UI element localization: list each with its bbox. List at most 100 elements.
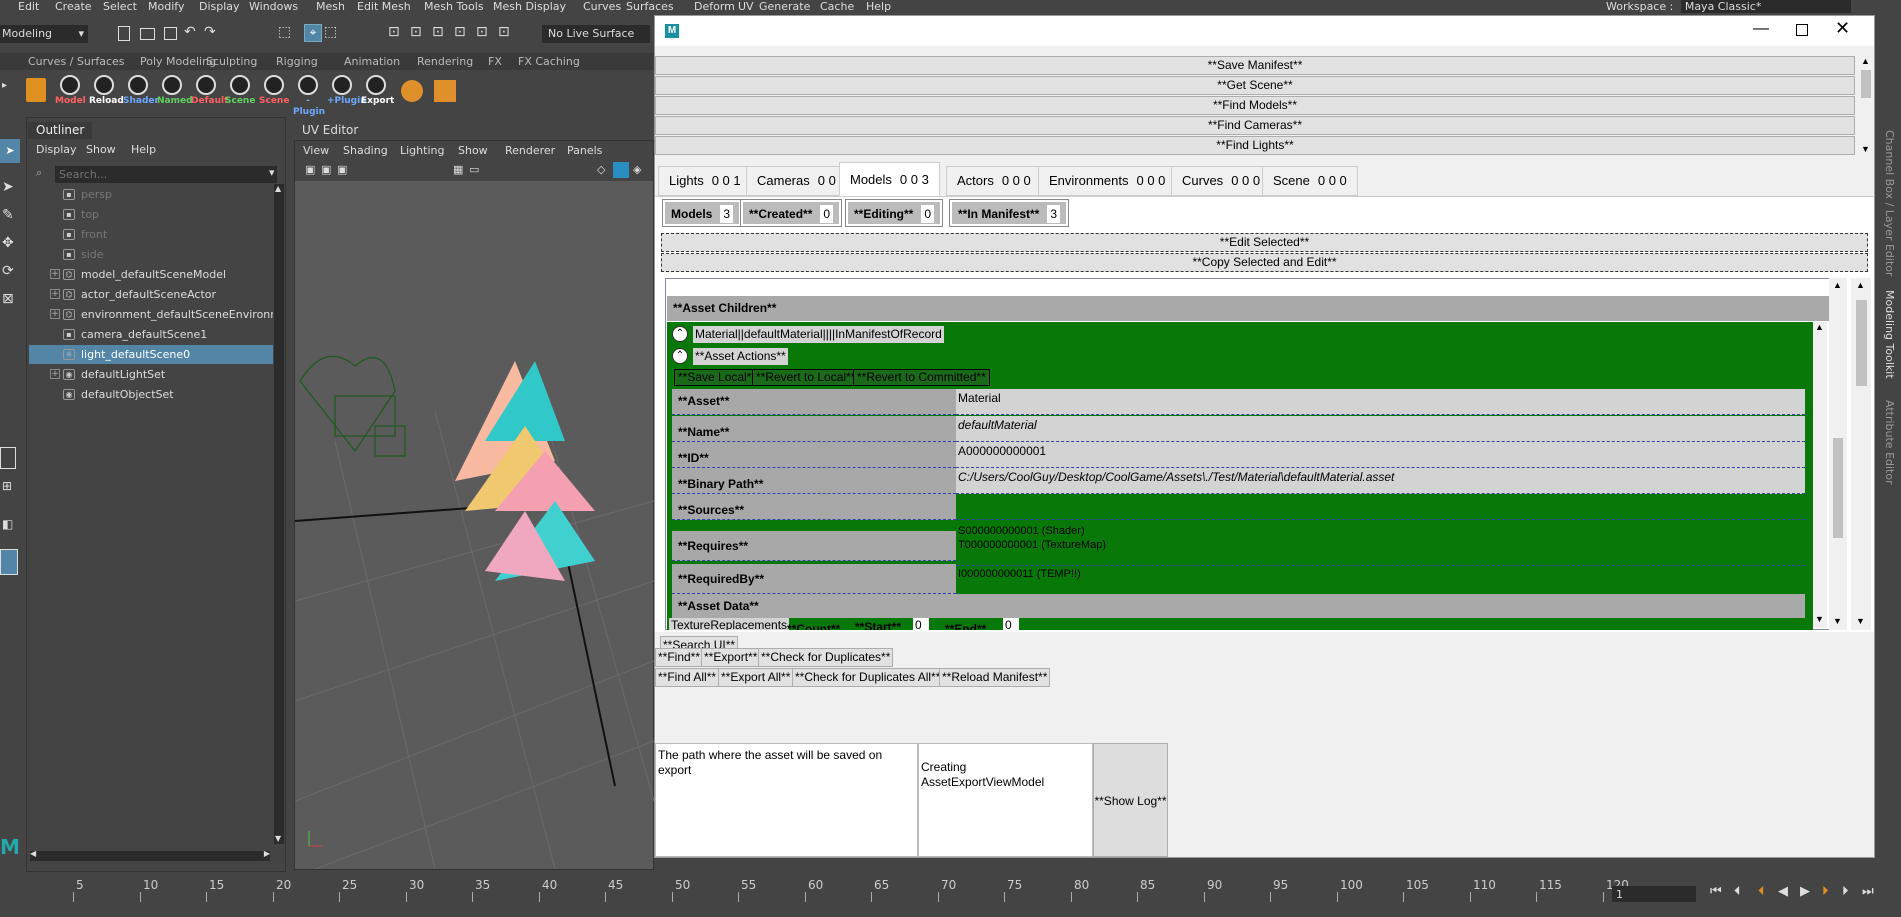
detail-vscroll[interactable]: ▲ ▼ — [1829, 278, 1847, 630]
row2-button-0[interactable]: **Find All** — [655, 668, 720, 687]
shelf-button-export[interactable]: Export — [361, 75, 394, 109]
row2-button-2[interactable]: **Check for Duplicates All** — [792, 668, 944, 687]
scroll-left-icon[interactable]: ◀ — [30, 849, 36, 858]
snap-vertex-icon[interactable]: ⊡ — [498, 24, 510, 40]
field-value[interactable]: defaultMaterial — [956, 416, 1805, 442]
script-icon-1[interactable] — [401, 80, 423, 102]
scroll-up-icon[interactable]: ▲ — [1815, 322, 1824, 332]
select-arrow-icon[interactable]: ➤ — [0, 139, 20, 163]
expand-icon[interactable]: + — [50, 309, 60, 319]
filter-tab-3[interactable]: **In Manifest** 3 — [948, 199, 1070, 227]
scroll-up-icon[interactable]: ▲ — [1861, 56, 1870, 66]
menu-generate[interactable]: Generate — [759, 0, 810, 13]
dock-tab-1[interactable]: Modeling Toolkit — [1883, 290, 1896, 379]
edit-selected-button[interactable]: **Edit Selected** — [661, 233, 1868, 252]
smooth-shade-icon[interactable] — [613, 162, 629, 178]
workspace-selector[interactable]: Workspace : Maya Classic* — [1606, 0, 1851, 13]
outliner-item[interactable]: ◉ defaultObjectSet — [29, 385, 273, 404]
shelf-menu-icon[interactable]: ▸ — [2, 80, 16, 108]
snap-view-icon[interactable]: ⊡ — [454, 24, 466, 40]
tab-scene[interactable]: Scene 0 0 0 — [1262, 166, 1358, 196]
paint-tool-icon[interactable]: ✎ — [2, 207, 14, 223]
field-value[interactable]: A000000000001 — [956, 442, 1805, 468]
menu-select[interactable]: Select — [103, 0, 137, 13]
collapse-record-icon[interactable]: ⌃ — [672, 326, 688, 342]
camera-attr-icon[interactable]: ▣ — [321, 163, 331, 176]
minimize-icon[interactable]: — — [1753, 20, 1769, 38]
time-slider[interactable] — [0, 875, 1614, 917]
outer-vscroll[interactable]: ▲ ▼ — [1851, 278, 1871, 630]
menu-edit-mesh[interactable]: Edit Mesh — [357, 0, 411, 13]
new-scene-icon[interactable] — [118, 26, 130, 41]
menu-mesh[interactable]: Mesh — [316, 0, 345, 13]
tab-models[interactable]: Models 0 0 3 — [839, 162, 940, 196]
grid-toggle-icon[interactable]: ▦ — [453, 163, 463, 176]
scroll-down-icon[interactable]: ▼ — [1833, 616, 1842, 626]
outliner-menu-help[interactable]: Help — [131, 143, 156, 156]
scroll-thumb[interactable] — [1833, 438, 1843, 538]
collapse-actions-icon[interactable]: ⌃ — [672, 348, 688, 364]
asset-action-button-0[interactable]: **Save Local** — [674, 369, 761, 386]
layout-side-icon[interactable]: ◧ — [2, 517, 13, 531]
outliner-menu-show[interactable]: Show — [86, 143, 116, 156]
viewport-menu-lighting[interactable]: Lighting — [400, 144, 444, 157]
window-title-bar[interactable] — [655, 16, 1874, 46]
snap-curve-icon[interactable]: ⊡ — [410, 24, 422, 40]
move-tool-icon[interactable]: ✥ — [2, 235, 14, 251]
top-button-1[interactable]: **Get Scene** — [655, 76, 1855, 95]
shelf-tab-5[interactable]: Rendering — [417, 54, 473, 70]
scroll-thumb[interactable] — [1861, 70, 1871, 98]
viewport-menu-shading[interactable]: Shading — [343, 144, 388, 157]
shelf-tab-0[interactable]: Curves / Surfaces — [28, 54, 125, 70]
snap-surface-icon[interactable]: ⊡ — [476, 24, 488, 40]
scroll-up-icon[interactable]: ▲ — [1833, 280, 1842, 290]
viewport-menu-renderer[interactable]: Renderer — [505, 144, 555, 157]
mode-selector[interactable]: Modeling ▾ — [0, 25, 88, 43]
bookmark-icon[interactable]: ▣ — [337, 163, 347, 176]
top-button-0[interactable]: **Save Manifest** — [655, 56, 1855, 75]
tab-actors[interactable]: Actors 0 0 0 — [946, 166, 1042, 196]
outliner-menu-display[interactable]: Display — [36, 143, 77, 156]
field-value[interactable]: C:/Users/CoolGuy/Desktop/CoolGame/Assets… — [956, 468, 1805, 494]
tab-curves[interactable]: Curves 0 0 0 — [1171, 166, 1272, 196]
shelf-button-shader[interactable]: Shader — [123, 75, 159, 109]
lasso-tool-icon[interactable]: ➤ — [2, 179, 14, 195]
layout-single-icon[interactable] — [0, 447, 16, 469]
scroll-down-icon[interactable]: ▼ — [1861, 144, 1870, 154]
current-frame-field[interactable] — [1612, 886, 1696, 902]
menu-surfaces[interactable]: Surfaces — [626, 0, 674, 13]
top-button-3[interactable]: **Find Cameras** — [655, 116, 1855, 135]
menu-deform[interactable]: Deform — [694, 0, 735, 13]
shelf-tab-7[interactable]: FX Caching — [518, 54, 580, 70]
viewport-menu-panels[interactable]: Panels — [567, 144, 602, 157]
top-button-2[interactable]: **Find Models** — [655, 96, 1855, 115]
outliner-item[interactable]: ▪ camera_defaultScene1 — [29, 325, 273, 344]
layout-four-icon[interactable]: ⊞ — [2, 479, 12, 493]
dock-tab-0[interactable]: Channel Box / Layer Editor — [1883, 130, 1896, 277]
scroll-down-icon[interactable]: ▼ — [275, 834, 281, 843]
shelf-tab-1[interactable]: Poly Modeling — [140, 54, 216, 70]
menu-mesh-tools[interactable]: Mesh Tools — [424, 0, 484, 13]
outliner-item[interactable]: ▪ front — [29, 225, 273, 244]
outliner-item[interactable]: + ⌬ environment_defaultSceneEnvironme — [29, 305, 273, 324]
row1-button-2[interactable]: **Check for Duplicates** — [758, 648, 894, 667]
outliner-item[interactable]: ☼ light_defaultScene0 — [29, 345, 273, 364]
expand-icon[interactable]: + — [50, 369, 60, 379]
scroll-up-icon[interactable]: ▲ — [1856, 280, 1865, 290]
shelf-button-default[interactable]: Default — [191, 75, 228, 109]
tab-environments[interactable]: Environments 0 0 0 — [1038, 166, 1177, 196]
top-vscroll[interactable]: ▲ ▼ — [1858, 56, 1874, 156]
toolbox-icon[interactable] — [26, 78, 46, 102]
filter-tab-2[interactable]: **Editing** 0 — [844, 199, 944, 227]
snap-grid-icon[interactable]: ⊡ — [388, 24, 400, 40]
redo-icon[interactable]: ↷ — [204, 24, 216, 40]
viewport-menu-show[interactable]: Show — [458, 144, 488, 157]
rotate-tool-icon[interactable]: ⟳ — [2, 263, 14, 279]
outliner-item[interactable]: + ⌬ actor_defaultSceneActor — [29, 285, 273, 304]
select-tool-icon[interactable]: ⬚ — [278, 24, 291, 40]
undo-icon[interactable]: ↶ — [184, 24, 196, 40]
step-forward-icon[interactable]: ⏵ — [1822, 884, 1829, 899]
scroll-up-icon[interactable]: ▲ — [275, 184, 281, 193]
outliner-hscroll[interactable]: ◀ ▶ — [30, 849, 270, 861]
end-field[interactable]: 0 — [1003, 618, 1019, 630]
